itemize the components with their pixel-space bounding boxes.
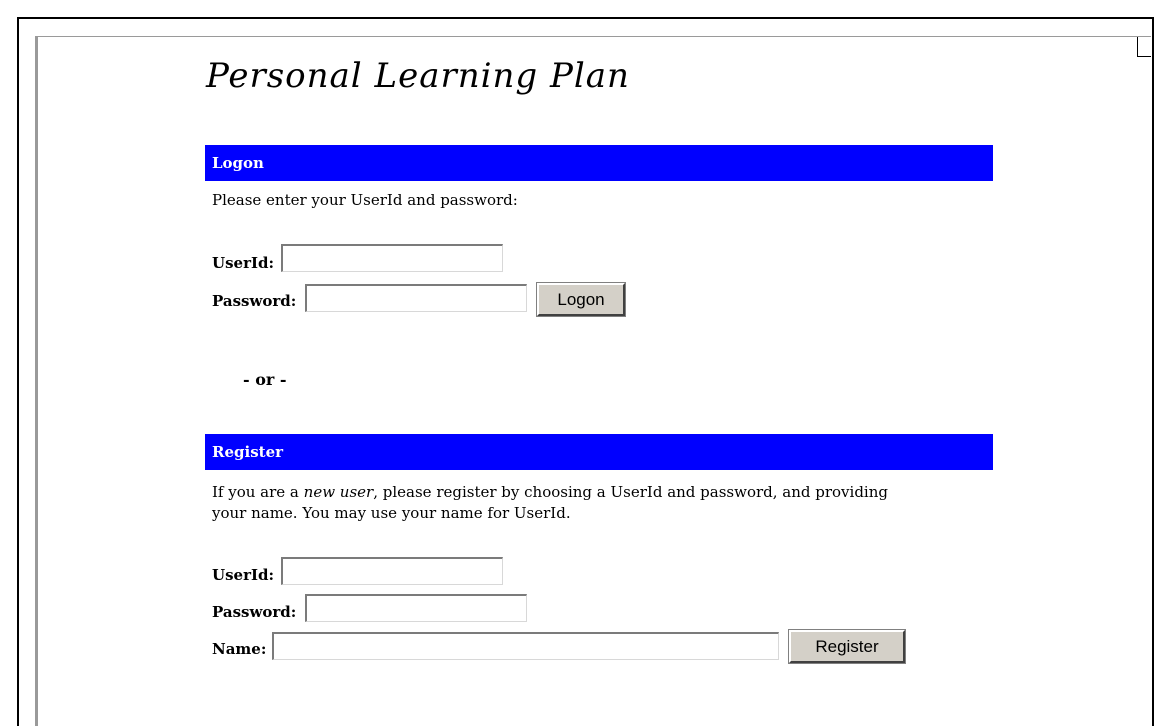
or-separator: - or - bbox=[243, 370, 287, 389]
register-section-header: Register bbox=[205, 434, 993, 470]
logon-instruction: Please enter your UserId and password: bbox=[212, 191, 518, 209]
register-name-input[interactable] bbox=[272, 632, 779, 660]
register-password-label: Password: bbox=[212, 603, 297, 621]
logon-button[interactable]: Logon bbox=[536, 282, 626, 317]
logon-section-header: Logon bbox=[205, 145, 993, 181]
register-password-input[interactable] bbox=[305, 594, 527, 622]
page-viewport bbox=[35, 36, 1151, 726]
register-name-label: Name: bbox=[212, 640, 267, 658]
register-userid-label: UserId: bbox=[212, 566, 275, 584]
register-instruction-part1: If you are a bbox=[212, 483, 304, 501]
register-instruction-emphasis: new user bbox=[303, 483, 374, 501]
logon-userid-label: UserId: bbox=[212, 254, 275, 272]
register-instruction-part2: , please register by choosing a UserId a… bbox=[373, 483, 888, 501]
logon-password-input[interactable] bbox=[305, 284, 527, 312]
register-userid-input[interactable] bbox=[281, 557, 503, 585]
register-instruction: If you are a new user, please register b… bbox=[212, 482, 992, 524]
logon-userid-input[interactable] bbox=[281, 244, 503, 272]
scrollbar-corner[interactable] bbox=[1137, 37, 1151, 57]
register-instruction-line2: your name. You may use your name for Use… bbox=[212, 504, 571, 522]
page-title: Personal Learning Plan bbox=[206, 56, 630, 96]
register-button[interactable]: Register bbox=[788, 629, 906, 664]
logon-password-label: Password: bbox=[212, 292, 297, 310]
